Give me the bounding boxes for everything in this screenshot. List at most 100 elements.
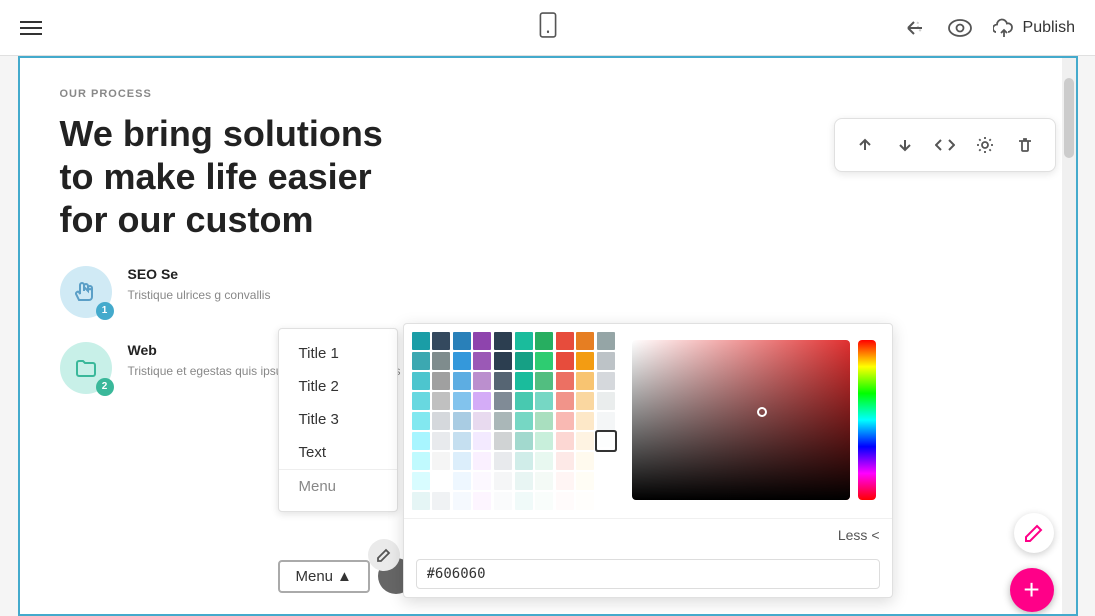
- color-swatch[interactable]: [535, 472, 553, 490]
- color-swatch[interactable]: [515, 412, 533, 430]
- color-swatch[interactable]: [473, 372, 491, 390]
- color-swatch[interactable]: [432, 372, 450, 390]
- color-swatch[interactable]: [515, 452, 533, 470]
- color-swatch[interactable]: [556, 392, 574, 410]
- color-swatch[interactable]: [535, 432, 553, 450]
- color-swatch[interactable]: [453, 492, 471, 510]
- hamburger-icon[interactable]: [20, 21, 42, 35]
- gradient-picker[interactable]: [632, 340, 850, 500]
- color-swatch[interactable]: [412, 432, 430, 450]
- dropdown-title2[interactable]: Title 2: [279, 370, 397, 403]
- color-swatch[interactable]: [576, 472, 594, 490]
- color-swatch[interactable]: [494, 492, 512, 510]
- edit-pencil-overlay[interactable]: [368, 539, 400, 571]
- color-swatch[interactable]: [515, 492, 533, 510]
- color-swatch[interactable]: [597, 412, 615, 430]
- color-swatch[interactable]: [453, 392, 471, 410]
- color-swatch[interactable]: [473, 392, 491, 410]
- less-button[interactable]: Less <: [838, 527, 880, 543]
- color-swatch[interactable]: [432, 412, 450, 430]
- hex-input[interactable]: [416, 559, 880, 589]
- color-swatch[interactable]: [412, 412, 430, 430]
- color-swatch[interactable]: [515, 472, 533, 490]
- color-swatch[interactable]: [432, 352, 450, 370]
- color-swatch[interactable]: [473, 472, 491, 490]
- color-swatch[interactable]: [453, 372, 471, 390]
- color-swatch[interactable]: [412, 332, 430, 350]
- picker-handle[interactable]: [757, 407, 767, 417]
- color-swatch[interactable]: [412, 472, 430, 490]
- dropdown-menu-label[interactable]: Menu: [279, 469, 397, 503]
- color-swatch[interactable]: [576, 332, 594, 350]
- color-swatch[interactable]: [535, 452, 553, 470]
- color-swatch[interactable]: [473, 332, 491, 350]
- color-swatch[interactable]: [453, 452, 471, 470]
- color-swatch[interactable]: [453, 352, 471, 370]
- color-swatch[interactable]: [597, 492, 615, 510]
- scrollbar[interactable]: [1062, 58, 1076, 614]
- color-swatch[interactable]: [494, 352, 512, 370]
- color-swatch[interactable]: [432, 452, 450, 470]
- color-swatch[interactable]: [515, 332, 533, 350]
- dropdown-title3[interactable]: Title 3: [279, 403, 397, 436]
- publish-button[interactable]: Publish: [993, 18, 1075, 38]
- color-swatch[interactable]: [576, 452, 594, 470]
- back-button[interactable]: [903, 16, 927, 40]
- scrollbar-thumb[interactable]: [1064, 78, 1074, 158]
- color-swatch[interactable]: [453, 472, 471, 490]
- color-swatch[interactable]: [576, 392, 594, 410]
- hue-bar[interactable]: [858, 340, 876, 500]
- mobile-device-icon[interactable]: [535, 12, 561, 43]
- color-swatch[interactable]: [473, 452, 491, 470]
- color-swatch[interactable]: [453, 412, 471, 430]
- color-swatch[interactable]: [473, 492, 491, 510]
- color-swatch[interactable]: [597, 472, 615, 490]
- add-float-button[interactable]: +: [1010, 568, 1054, 612]
- color-swatch[interactable]: [576, 492, 594, 510]
- color-swatch[interactable]: [473, 432, 491, 450]
- color-swatch[interactable]: [576, 352, 594, 370]
- color-swatch[interactable]: [535, 392, 553, 410]
- color-swatch[interactable]: [515, 392, 533, 410]
- color-swatch[interactable]: [412, 452, 430, 470]
- color-swatch[interactable]: [494, 472, 512, 490]
- dropdown-title1[interactable]: Title 1: [279, 337, 397, 370]
- color-swatch[interactable]: [535, 372, 553, 390]
- color-swatch[interactable]: [494, 392, 512, 410]
- color-swatch[interactable]: [597, 392, 615, 410]
- color-swatch[interactable]: [597, 372, 615, 390]
- color-swatch[interactable]: [556, 332, 574, 350]
- color-swatch[interactable]: [535, 352, 553, 370]
- color-swatch[interactable]: [515, 372, 533, 390]
- dropdown-text[interactable]: Text: [279, 436, 397, 469]
- color-swatch[interactable]: [556, 472, 574, 490]
- edit-float-button[interactable]: [1014, 513, 1054, 553]
- color-swatch[interactable]: [515, 352, 533, 370]
- color-swatch[interactable]: [494, 372, 512, 390]
- color-swatch[interactable]: [494, 452, 512, 470]
- color-swatch[interactable]: [597, 452, 615, 470]
- color-swatch[interactable]: [576, 412, 594, 430]
- color-swatch[interactable]: [576, 372, 594, 390]
- color-swatch[interactable]: [556, 352, 574, 370]
- color-swatch[interactable]: [597, 332, 615, 350]
- color-swatch[interactable]: [576, 432, 594, 450]
- color-swatch[interactable]: [515, 432, 533, 450]
- color-swatch[interactable]: [412, 372, 430, 390]
- color-swatch[interactable]: [432, 392, 450, 410]
- color-swatch[interactable]: [432, 432, 450, 450]
- color-swatch[interactable]: [556, 452, 574, 470]
- menu-dropdown-button[interactable]: Menu ▲: [278, 560, 370, 593]
- color-swatch[interactable]: [453, 332, 471, 350]
- color-swatch[interactable]: [412, 392, 430, 410]
- color-swatch[interactable]: [432, 492, 450, 510]
- color-swatch[interactable]: [597, 352, 615, 370]
- color-swatch[interactable]: [453, 432, 471, 450]
- color-swatch[interactable]: [473, 352, 491, 370]
- color-swatch[interactable]: [432, 332, 450, 350]
- color-swatch[interactable]: [535, 492, 553, 510]
- color-swatch[interactable]: [494, 332, 512, 350]
- color-swatch[interactable]: [535, 412, 553, 430]
- preview-button[interactable]: [947, 18, 973, 38]
- color-swatch[interactable]: [494, 412, 512, 430]
